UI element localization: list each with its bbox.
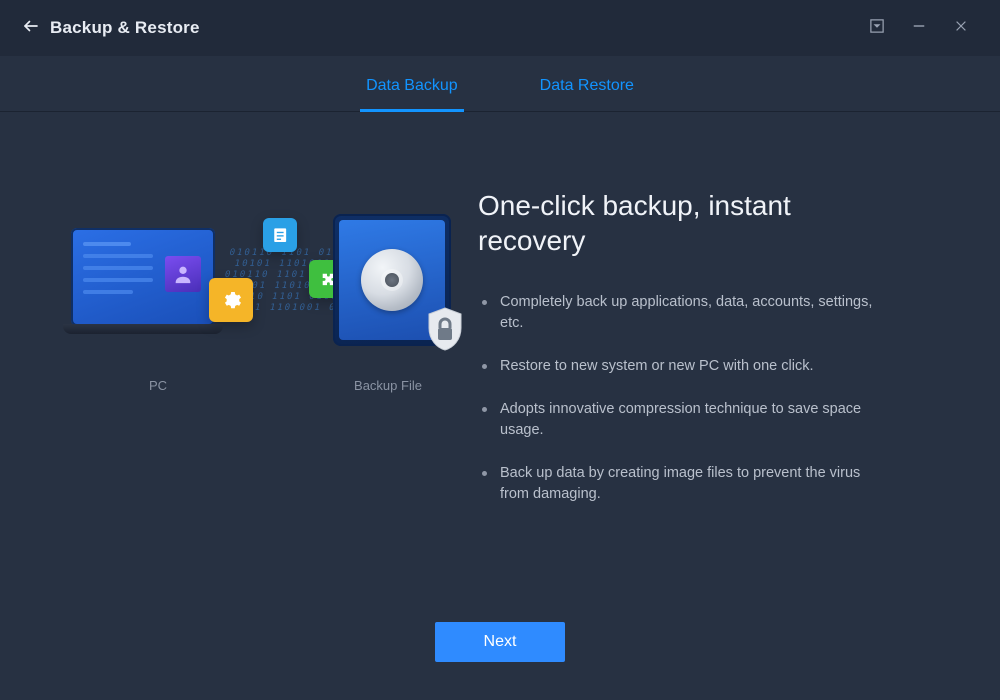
close-icon xyxy=(954,19,968,38)
window-menu-button[interactable] xyxy=(856,0,898,56)
feature-item: Completely back up applications, data, a… xyxy=(478,292,878,334)
avatar-icon xyxy=(165,256,201,292)
minimize-icon xyxy=(912,19,926,38)
lock-shield-icon xyxy=(425,306,465,352)
feature-item: Adopts innovative compression technique … xyxy=(478,399,878,441)
disc-icon xyxy=(361,249,423,311)
arrow-left-icon xyxy=(22,17,40,40)
page-title: Backup & Restore xyxy=(50,18,200,38)
minimize-button[interactable] xyxy=(898,0,940,56)
dropdown-box-icon xyxy=(870,19,884,38)
gear-icon xyxy=(209,278,253,322)
document-icon xyxy=(263,218,297,252)
illustration-panel: 010110 1101 0101 10101 1101001 01 010110… xyxy=(48,152,478,700)
tab-data-restore[interactable]: Data Restore xyxy=(534,77,640,111)
backup-file-icon xyxy=(333,214,451,346)
feature-item: Back up data by creating image files to … xyxy=(478,463,878,505)
laptop-icon xyxy=(63,228,223,346)
titlebar: Backup & Restore xyxy=(0,0,1000,56)
next-button-label: Next xyxy=(484,633,517,650)
feature-list: Completely back up applications, data, a… xyxy=(478,292,878,505)
backup-illustration: 010110 1101 0101 10101 1101001 01 010110… xyxy=(63,208,463,368)
next-button[interactable]: Next xyxy=(435,622,565,662)
tabs: Data Backup Data Restore xyxy=(0,56,1000,112)
feature-item: Restore to new system or new PC with one… xyxy=(478,356,878,377)
pc-label: PC xyxy=(63,378,253,393)
tab-label: Data Backup xyxy=(366,77,458,94)
footer-actions: Next xyxy=(0,622,1000,662)
illustration-labels: PC Backup File xyxy=(63,378,463,393)
main-content: 010110 1101 0101 10101 1101001 01 010110… xyxy=(0,112,1000,700)
close-button[interactable] xyxy=(940,0,982,56)
back-button[interactable]: Backup & Restore xyxy=(22,17,200,40)
description-panel: One-click backup, instant recovery Compl… xyxy=(478,152,952,700)
headline: One-click backup, instant recovery xyxy=(478,188,858,258)
tab-data-backup[interactable]: Data Backup xyxy=(360,77,464,111)
backup-file-label: Backup File xyxy=(313,378,463,393)
tab-label: Data Restore xyxy=(540,77,634,94)
